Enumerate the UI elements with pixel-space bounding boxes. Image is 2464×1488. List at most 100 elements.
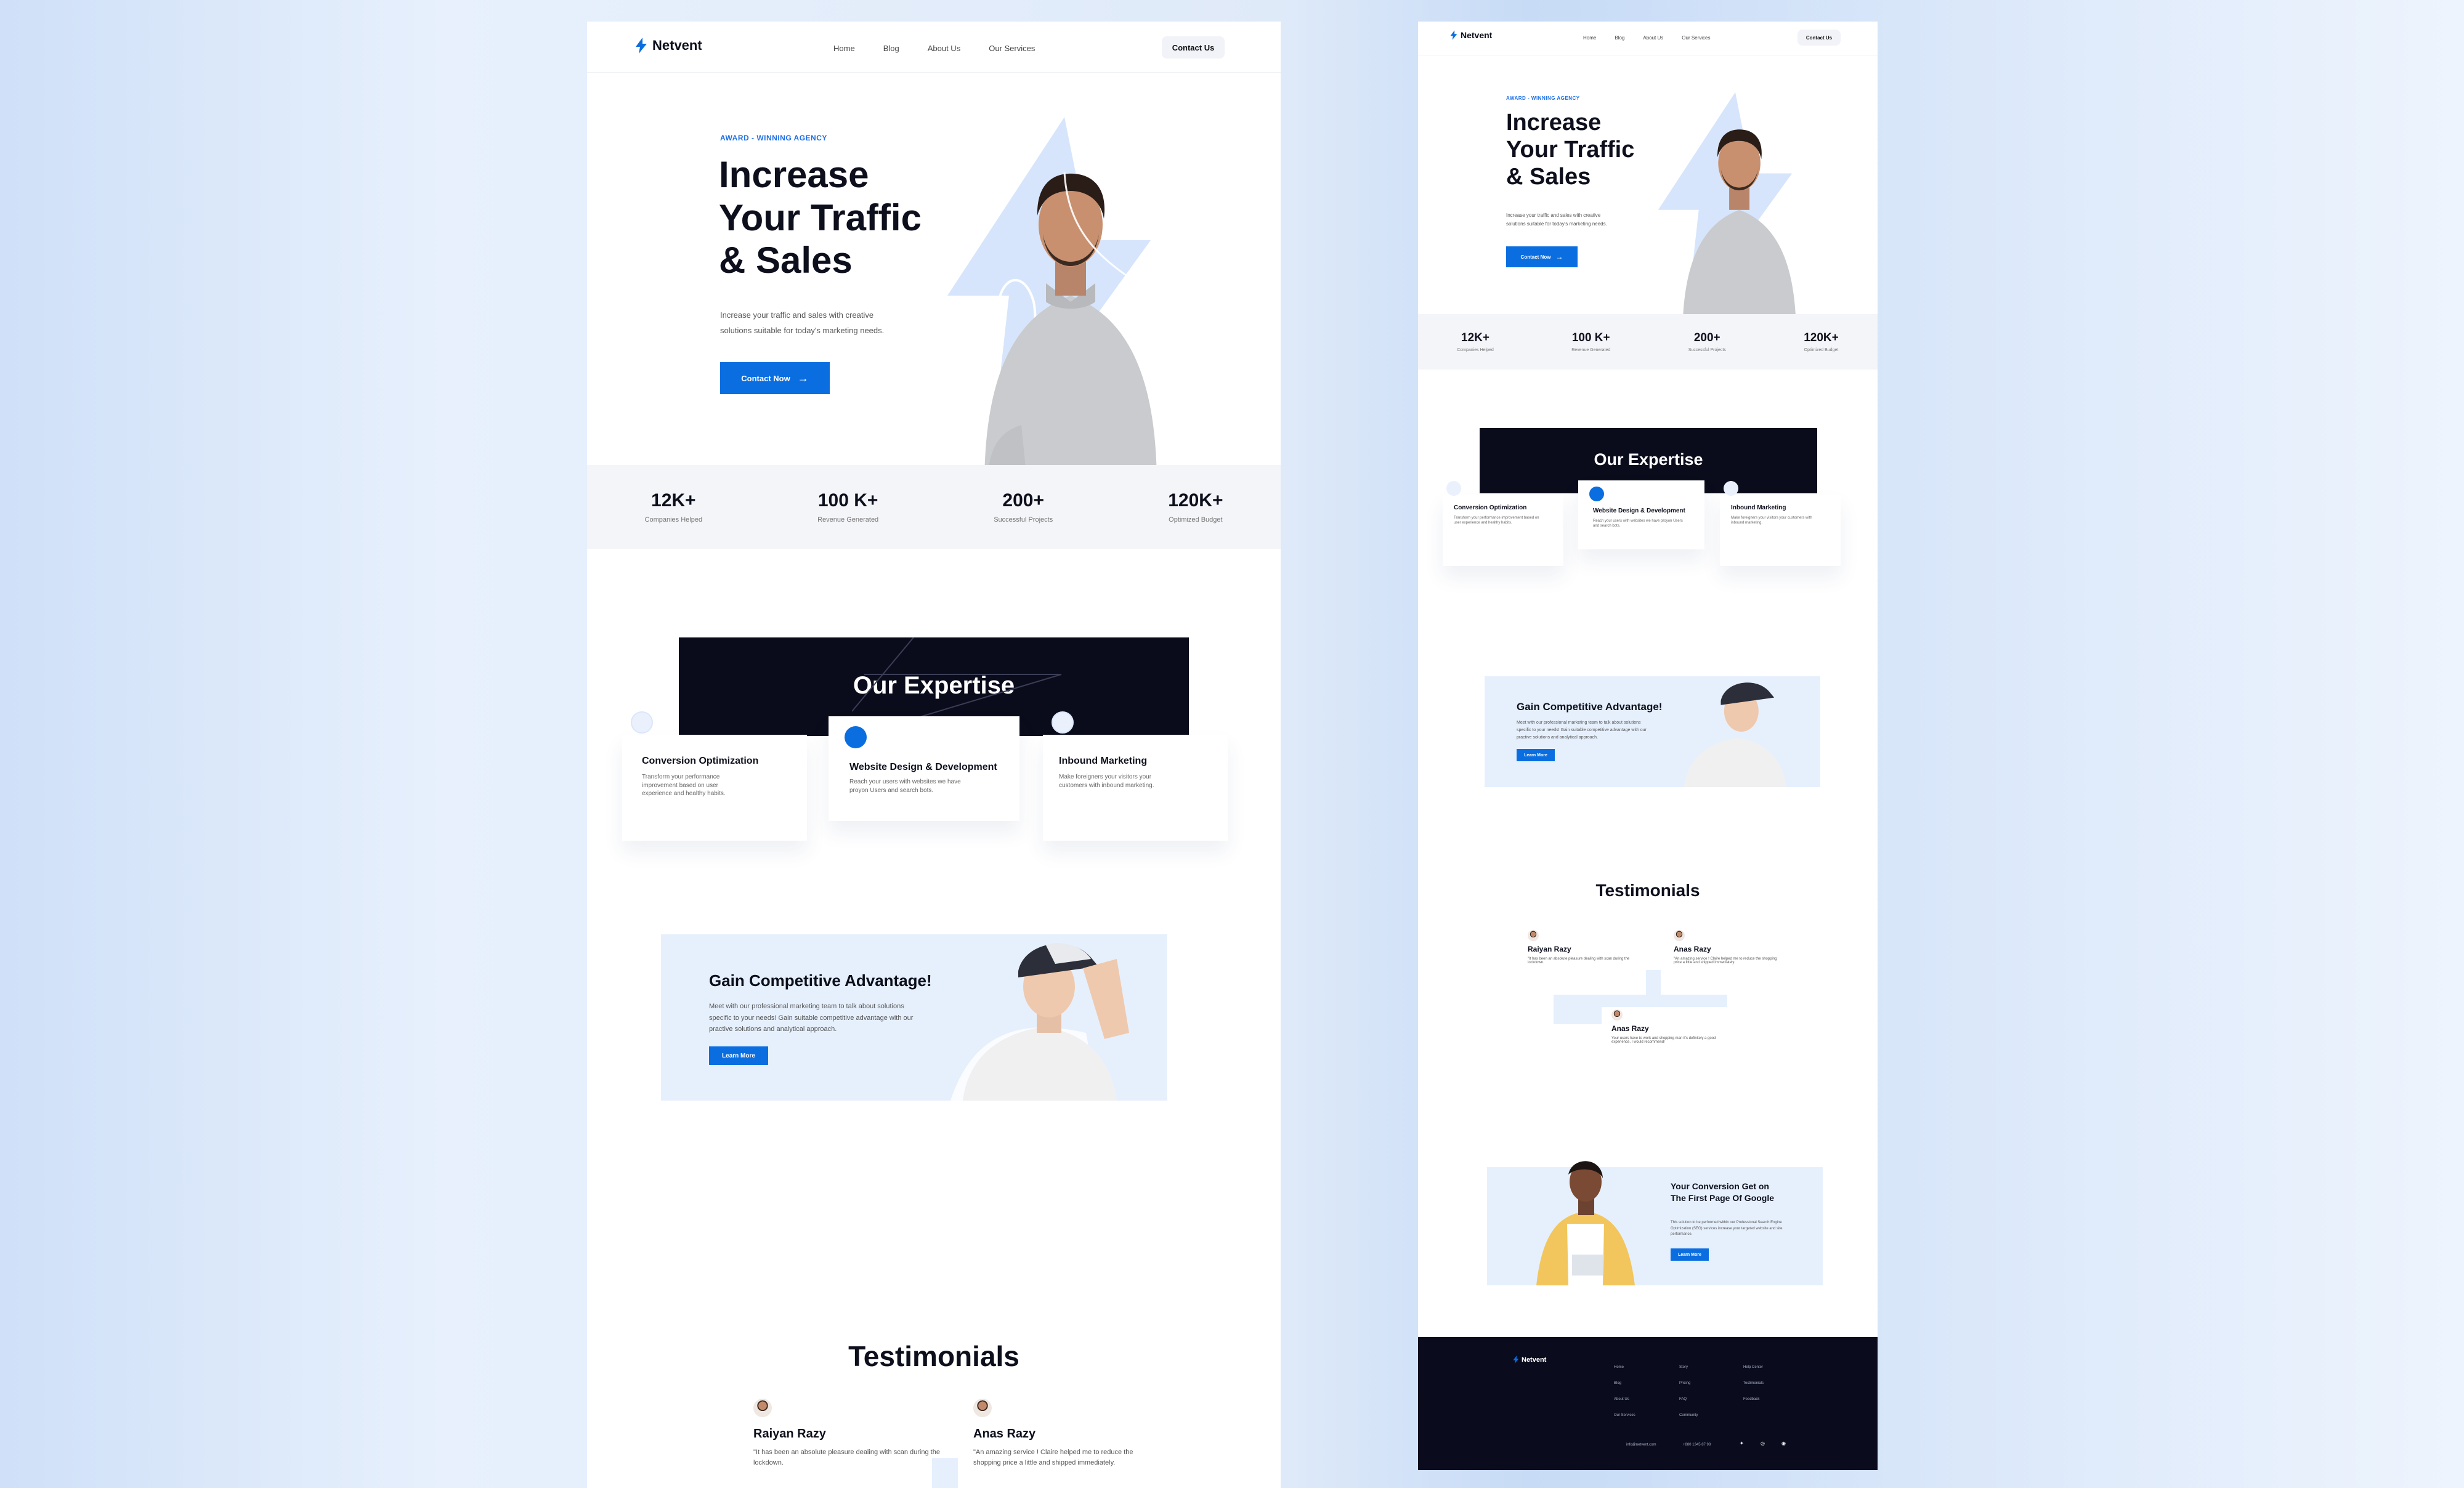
nav-about-us[interactable]: About Us	[1643, 35, 1663, 41]
dribbble-icon[interactable]: ◉	[1781, 1441, 1786, 1446]
advantage-section: Gain Competitive Advantage! Meet with ou…	[1485, 676, 1820, 787]
expertise-card[interactable]: Conversion Optimization Transform your p…	[622, 711, 807, 841]
logo[interactable]: Netvent	[635, 38, 702, 54]
stat-label: Companies Helped	[1457, 348, 1494, 352]
expertise-card-description: Make foreigners your visitors your custo…	[1059, 774, 1154, 789]
expertise-card[interactable]: Website Design & Development Reach your …	[829, 716, 1019, 821]
testimonial-text: Your users have to work and shopping man…	[1611, 1037, 1716, 1044]
learn-more-button[interactable]: Learn More	[709, 1046, 768, 1065]
nav-home[interactable]: Home	[1583, 35, 1596, 41]
palette-icon	[845, 726, 867, 748]
chart-icon	[631, 711, 653, 734]
testimonial-card: Anas Razy "An amazing service ! Claire h…	[1674, 930, 1785, 964]
expertise-card[interactable]: Inbound Marketing Make foreigners your v…	[1720, 481, 1841, 566]
instagram-icon[interactable]: ◎	[1761, 1441, 1765, 1446]
stat-value: 100 K+	[817, 490, 878, 511]
footer-link[interactable]: About Us	[1614, 1391, 1635, 1407]
footer-link[interactable]: Help Center	[1743, 1359, 1764, 1375]
nav-blog[interactable]: Blog	[1615, 35, 1624, 41]
contact-us-button[interactable]: Contact Us	[1797, 30, 1841, 46]
overview-page: Netvent Home Blog About Us Our Services …	[1418, 22, 1878, 1470]
testimonial-text: "It has been an absolute pleasure dealin…	[1528, 957, 1630, 964]
testimonial-name: Anas Razy	[1611, 1024, 1649, 1033]
brand-name: Netvent	[652, 38, 702, 53]
footer-email[interactable]: info@netvent.com	[1626, 1443, 1656, 1447]
stat-label: Optimized Budget	[1169, 516, 1223, 524]
hero-description-line: solutions suitable for today's marketing…	[1506, 221, 1607, 227]
stat-item: 200+ Successful Projects	[1688, 331, 1726, 352]
stat-item: 120K+ Optimized Budget	[1804, 331, 1839, 352]
stat-item: 12K+ Companies Helped	[645, 490, 703, 524]
footer-link[interactable]: Testimonials	[1743, 1375, 1764, 1391]
expertise-card[interactable]: Website Design & Development Reach your …	[1578, 480, 1704, 549]
logo[interactable]: Netvent	[1450, 30, 1492, 40]
footer-link[interactable]: Story	[1679, 1359, 1698, 1375]
woman-tablet-image	[1536, 1161, 1635, 1285]
avatar	[1528, 930, 1539, 941]
expertise-card-description: Transform your performance improvement b…	[642, 774, 726, 797]
nav-our-services[interactable]: Our Services	[989, 44, 1035, 53]
hero-description-line: Increase your traffic and sales with cre…	[1506, 212, 1601, 218]
footer-link[interactable]: FAQ	[1679, 1391, 1698, 1407]
stat-value: 200+	[1002, 490, 1044, 511]
nav-blog[interactable]: Blog	[883, 44, 899, 53]
advantage-section: Gain Competitive Advantage! Meet with ou…	[661, 934, 1167, 1101]
contact-us-button[interactable]: Contact Us	[1162, 36, 1225, 59]
twitter-icon[interactable]: ✦	[1740, 1441, 1744, 1446]
nav-about-us[interactable]: About Us	[928, 44, 960, 53]
google-title: Your Conversion Get on The First Page Of…	[1671, 1181, 1774, 1204]
contact-now-button[interactable]: Contact Now →	[1506, 246, 1578, 267]
palette-icon	[1589, 487, 1604, 501]
bolt-logo-icon	[1450, 30, 1457, 40]
learn-more-button[interactable]: Learn More	[1671, 1248, 1709, 1261]
testimonial-name: Raiyan Razy	[1528, 945, 1571, 953]
footer-column: Help Center Testimonials Feedback	[1743, 1359, 1764, 1407]
stat-value: 200+	[1693, 331, 1720, 344]
testimonial-name: Raiyan Razy	[753, 1427, 826, 1441]
footer-link[interactable]: Community	[1679, 1407, 1698, 1423]
google-title-line: Your Conversion Get on	[1671, 1181, 1769, 1191]
footer-column: Home Blog About Us Our Services	[1614, 1359, 1635, 1423]
contact-now-button[interactable]: Contact Now →	[720, 362, 830, 394]
footer-link[interactable]: Home	[1614, 1359, 1635, 1375]
nav-our-services[interactable]: Our Services	[1682, 35, 1710, 41]
stat-label: Optimized Budget	[1804, 348, 1839, 352]
header-divider	[587, 72, 1281, 73]
testimonial-name: Anas Razy	[973, 1427, 1036, 1441]
stat-label: Successful Projects	[994, 516, 1053, 524]
contact-now-label: Contact Now	[741, 373, 790, 383]
footer-link[interactable]: Blog	[1614, 1375, 1635, 1391]
chat-icon	[1724, 481, 1738, 496]
testimonials-title: Testimonials	[1595, 881, 1700, 900]
advantage-person-image	[1684, 682, 1787, 787]
advantage-description-line: Meet with our professional marketing tea…	[709, 1003, 904, 1010]
advantage-description-line: Meet with our professional marketing tea…	[1517, 721, 1641, 725]
footer-link[interactable]: Feedback	[1743, 1391, 1764, 1407]
testimonial-text: "It has been an absolute pleasure dealin…	[753, 1449, 940, 1466]
hero-description: Increase your traffic and sales with cre…	[720, 308, 884, 338]
footer-logo[interactable]: Netvent	[1513, 1356, 1546, 1364]
arrow-right-icon: →	[1555, 253, 1563, 261]
stats-bar: 12K+ Companies Helped 100 K+ Revenue Gener…	[1418, 314, 1878, 370]
google-section: Your Conversion Get on The First Page Of…	[1487, 1161, 1823, 1285]
testimonial-card: Anas Razy Your users have to work and sh…	[1602, 1007, 1728, 1056]
testimonials-title: Testimonials	[848, 1340, 1019, 1372]
advantage-description-line: practive solutions and analytical approa…	[709, 1025, 837, 1033]
hero-person-image	[1658, 92, 1796, 336]
learn-more-button[interactable]: Learn More	[1517, 749, 1555, 761]
expertise-card-title: Inbound Marketing	[1731, 504, 1786, 511]
hero-title: Increase Your Traffic & Sales	[719, 153, 922, 282]
footer-phone[interactable]: +880 1345 87 98	[1683, 1443, 1711, 1447]
footer-link[interactable]: Pricing	[1679, 1375, 1698, 1391]
stat-value: 12K+	[651, 490, 696, 511]
stat-value: 100 K+	[1571, 331, 1610, 344]
expertise-card[interactable]: Inbound Marketing Make foreigners your v…	[1043, 711, 1228, 841]
advantage-description-line: practive solutions and analytical approa…	[1517, 735, 1598, 740]
contact-now-label: Contact Now	[1520, 254, 1551, 260]
expertise-card[interactable]: Conversion Optimization Transform your p…	[1443, 481, 1563, 566]
nav-home[interactable]: Home	[833, 44, 855, 53]
stat-value: 120K+	[1168, 490, 1223, 511]
stat-label: Revenue Generated	[817, 516, 879, 524]
stat-item: 120K+ Optimized Budget	[1168, 490, 1223, 524]
footer-link[interactable]: Our Services	[1614, 1407, 1635, 1423]
